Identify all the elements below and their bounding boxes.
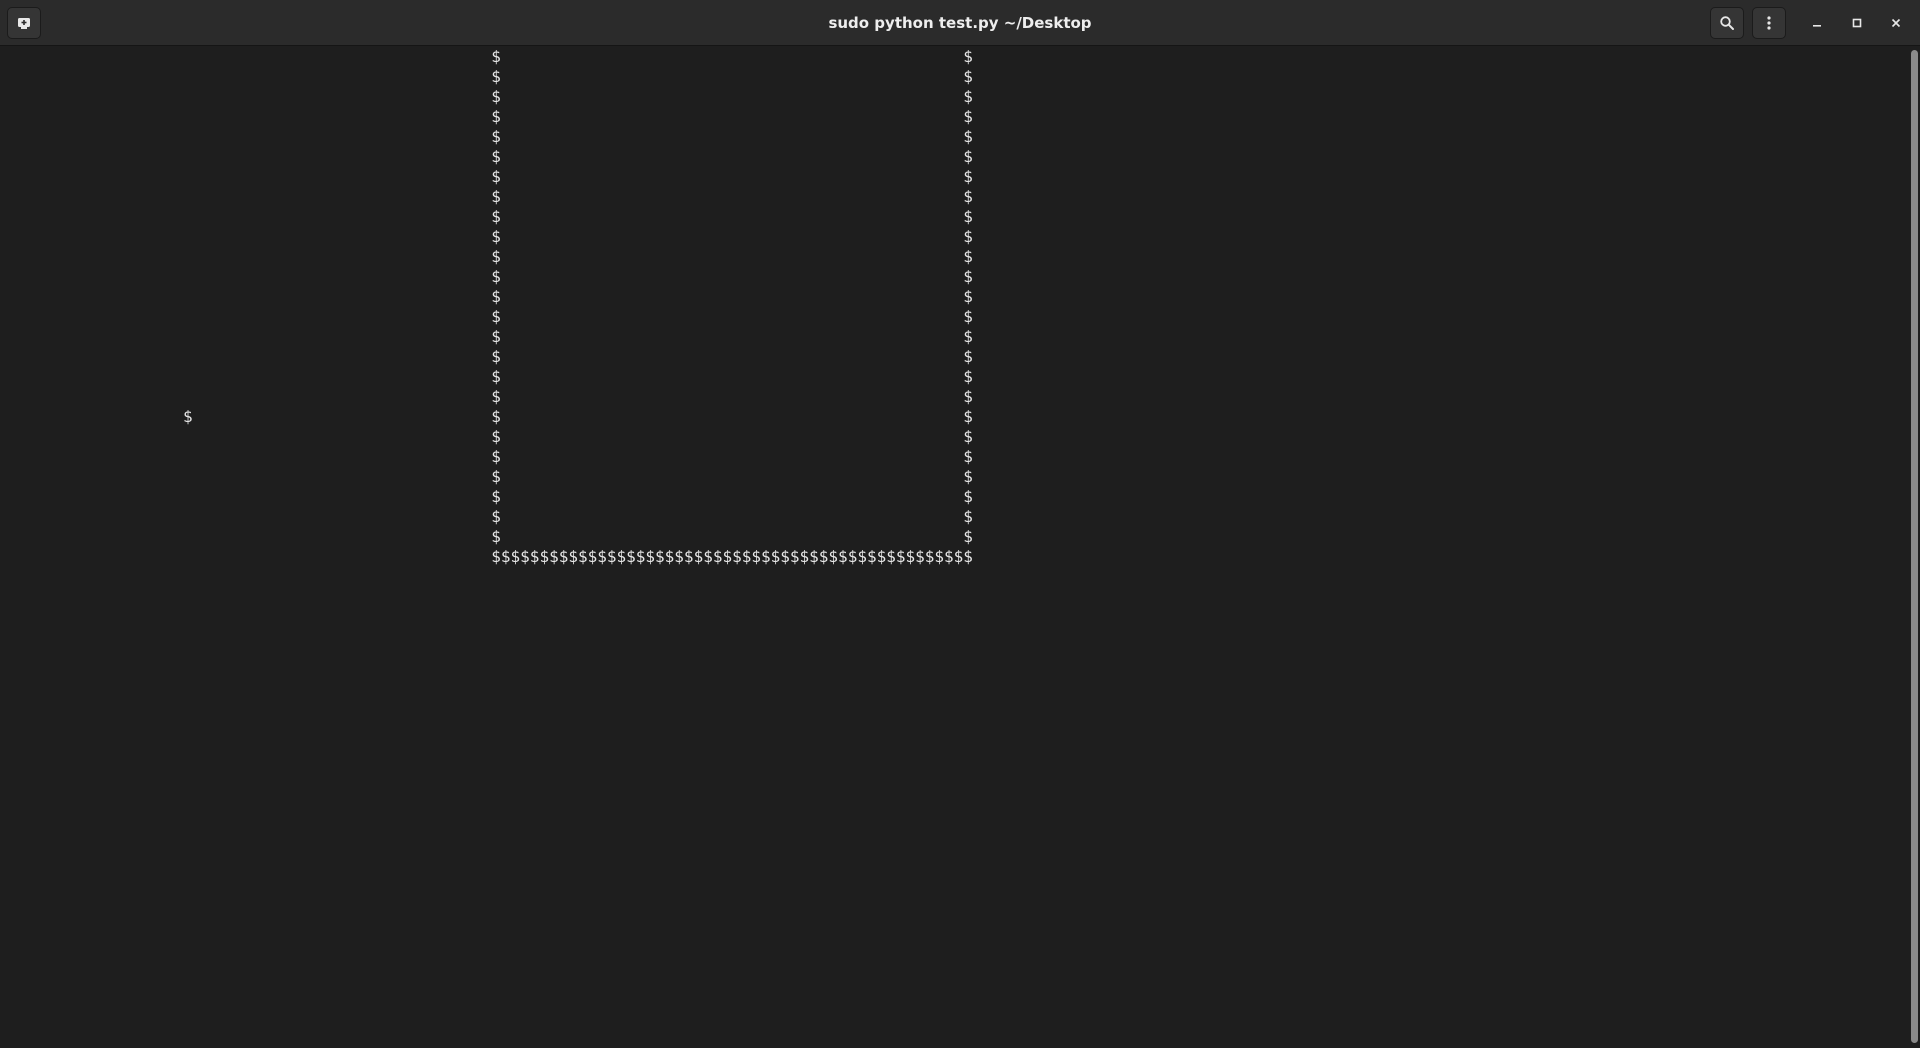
header-bar: sudo python test.py ~/Desktop	[0, 0, 1920, 46]
minimize-button[interactable]	[1803, 9, 1831, 37]
terminal-line: $ $	[0, 207, 973, 226]
terminal-line: $ $	[0, 107, 973, 126]
terminal-view[interactable]: $ $ $ $ $ $ $ $ $ $ $ $ $ $ $ $ $ $ $ $ …	[0, 47, 1908, 1048]
terminal-line: $ $	[0, 147, 973, 166]
terminal-line: $ $	[0, 487, 973, 506]
close-icon	[1890, 14, 1902, 33]
terminal-line: $ $	[0, 187, 973, 206]
scrollbar-thumb[interactable]	[1911, 50, 1918, 1043]
scrollbar[interactable]	[1908, 47, 1920, 1048]
terminal-line: $ $	[0, 287, 973, 306]
window-title: sudo python test.py ~/Desktop	[828, 14, 1092, 32]
terminal-line: $ $	[0, 227, 973, 246]
terminal-line: $ $	[0, 167, 973, 186]
new-tab-button[interactable]	[7, 7, 41, 39]
terminal-line: $ $	[0, 507, 973, 526]
terminal-line: $ $ $	[0, 407, 973, 426]
terminal-line: $$$$$$$$$$$$$$$$$$$$$$$$$$$$$$$$$$$$$$$$…	[0, 547, 973, 566]
terminal-line: $ $	[0, 87, 973, 106]
terminal-window: sudo python test.py ~/Desktop $ $ $ $ $ …	[0, 0, 1920, 1048]
terminal-line: $ $	[0, 47, 973, 66]
terminal-line: $ $	[0, 367, 973, 386]
terminal-line: $ $	[0, 307, 973, 326]
terminal-output: $ $ $ $ $ $ $ $ $ $ $ $ $ $ $ $ $ $ $ $ …	[0, 47, 973, 567]
terminal-line: $ $	[0, 267, 973, 286]
terminal-line: $ $	[0, 247, 973, 266]
kebab-menu-icon	[1761, 15, 1777, 31]
terminal-line: $ $	[0, 127, 973, 146]
close-button[interactable]	[1882, 9, 1910, 37]
search-icon	[1719, 15, 1735, 31]
search-button[interactable]	[1710, 7, 1744, 39]
new-tab-icon	[16, 15, 32, 31]
terminal-line: $ $	[0, 467, 973, 486]
menu-button[interactable]	[1752, 7, 1786, 39]
terminal-line: $ $	[0, 427, 973, 446]
maximize-button[interactable]	[1843, 9, 1871, 37]
terminal-line: $ $	[0, 447, 973, 466]
terminal-line: $ $	[0, 387, 973, 406]
minimize-icon	[1811, 14, 1823, 33]
terminal-line: $ $	[0, 67, 973, 86]
maximize-icon	[1851, 14, 1863, 33]
terminal-line: $ $	[0, 527, 973, 546]
terminal-line: $ $	[0, 347, 973, 366]
terminal-line: $ $	[0, 327, 973, 346]
